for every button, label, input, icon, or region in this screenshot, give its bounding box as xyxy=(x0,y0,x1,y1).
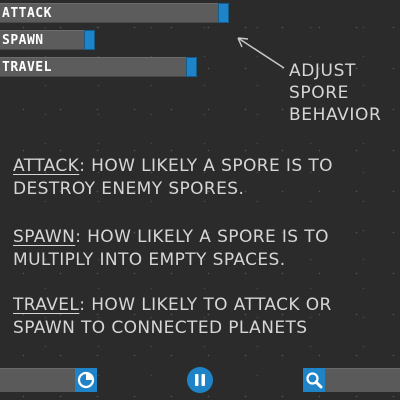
attack-slider[interactable]: ATTACK xyxy=(0,3,229,23)
spawn-description-line-1: : HOW LIKELY A SPORE IS TO xyxy=(75,227,329,247)
attack-description-line-2: DESTROY ENEMY SPORES. xyxy=(13,179,245,199)
callout-line-1: ADJUST xyxy=(289,61,356,81)
pause-button[interactable] xyxy=(187,367,213,393)
attack-description-line-1: : HOW LIKELY A SPORE IS TO xyxy=(79,156,333,176)
callout-text: ADJUST SPORE BEHAVIOR xyxy=(289,60,381,126)
spawn-slider-label: SPAWN xyxy=(2,33,44,48)
zoom-button[interactable] xyxy=(303,368,325,392)
attack-description: ATTACK: HOW LIKELY A SPORE IS TO DESTROY… xyxy=(13,155,333,201)
spawn-description-line-2: MULTIPLY INTO EMPTY SPACES. xyxy=(13,250,286,270)
travel-description-line-1: : HOW LIKELY TO ATTACK OR xyxy=(79,295,332,315)
spawn-slider-handle[interactable] xyxy=(84,30,95,50)
travel-description-line-2: SPAWN TO CONNECTED PLANETS xyxy=(13,318,308,338)
spawn-slider[interactable]: SPAWN xyxy=(0,30,95,50)
callout-arrow-icon xyxy=(237,37,285,69)
travel-term: TRAVEL xyxy=(13,295,80,315)
travel-slider-handle[interactable] xyxy=(186,57,197,77)
pause-icon xyxy=(195,374,205,386)
magnifier-icon xyxy=(306,372,323,389)
travel-description: TRAVEL: HOW LIKELY TO ATTACK OR SPAWN TO… xyxy=(13,294,332,340)
travel-slider-label: TRAVEL xyxy=(2,60,52,75)
travel-slider[interactable]: TRAVEL xyxy=(0,57,197,77)
callout-line-3: BEHAVIOR xyxy=(289,105,382,125)
callout-line-2: SPORE xyxy=(289,83,349,103)
attack-term: ATTACK xyxy=(13,156,80,176)
attack-slider-label: ATTACK xyxy=(2,6,52,21)
spawn-description: SPAWN: HOW LIKELY A SPORE IS TO MULTIPLY… xyxy=(13,226,329,272)
timer-icon xyxy=(77,371,95,389)
attack-slider-handle[interactable] xyxy=(218,3,229,23)
spawn-term: SPAWN xyxy=(13,227,76,247)
timer-button[interactable] xyxy=(75,368,97,392)
